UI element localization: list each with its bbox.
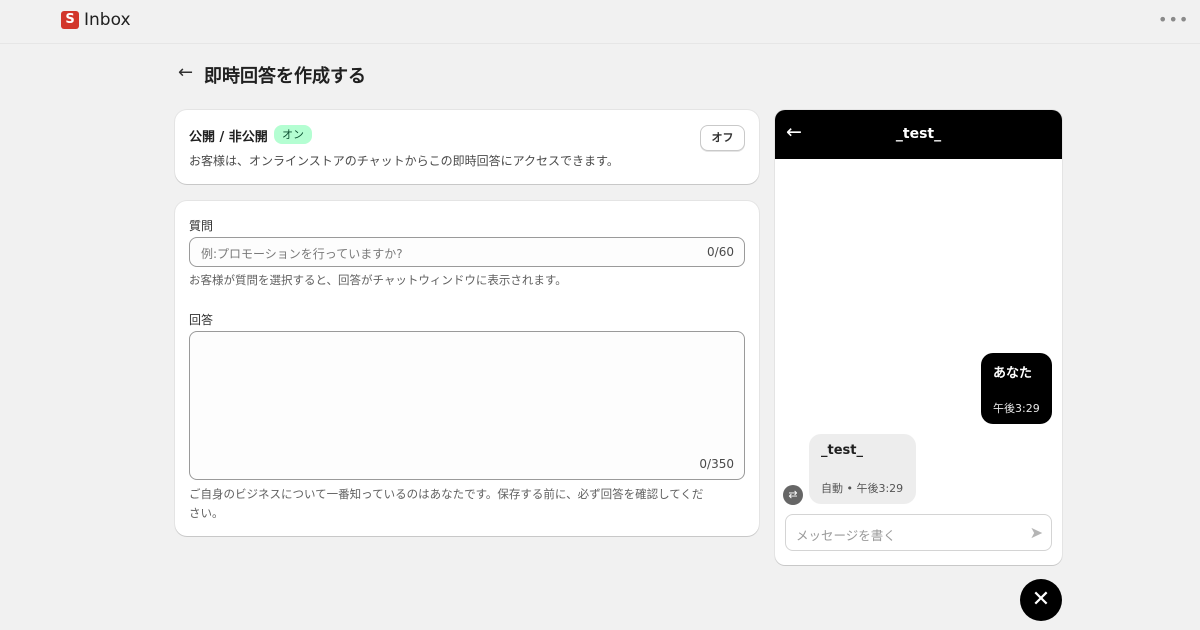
bot-message-text: _test_ xyxy=(821,443,863,458)
chat-title: _test_ xyxy=(895,126,942,142)
form-card: 質問 例:プロモーションを行っていますか? 0/60 お客様が質問を選択すると、… xyxy=(175,201,759,536)
answer-textarea[interactable]: 0/350 xyxy=(189,331,745,480)
more-horizontal-icon[interactable]: ••• xyxy=(1158,10,1189,29)
question-counter: 0/60 xyxy=(707,245,734,259)
toggle-off-button[interactable]: オフ xyxy=(700,125,745,151)
publish-label: 公開 / 非公開 xyxy=(189,130,268,145)
auto-reply-icon: ⇄ xyxy=(783,485,803,505)
chat-input-placeholder: メッセージを書く xyxy=(796,528,896,543)
answer-counter: 0/350 xyxy=(699,457,734,471)
answer-help-line1: ご自身のビジネスについて一番知っているのはあなたです。保存する前に、必ず回答を確… xyxy=(189,487,704,501)
app-title: Inbox xyxy=(84,10,131,30)
close-chat-button[interactable]: ✕ xyxy=(1020,579,1062,621)
question-placeholder: 例:プロモーションを行っていますか? xyxy=(201,247,403,261)
chat-header: ← _test_ xyxy=(775,110,1062,159)
back-arrow-icon[interactable]: ← xyxy=(178,62,193,83)
bot-message-meta: 自動 • 午後3:29 xyxy=(821,482,904,495)
send-icon[interactable]: ➤ xyxy=(1030,523,1043,542)
publish-description: お客様は、オンラインストアのチャットからこの即時回答にアクセスできます。 xyxy=(189,154,619,168)
question-label: 質問 xyxy=(189,219,214,233)
answer-help-line2: さい。 xyxy=(189,506,224,520)
publish-card: 公開 / 非公開 オン お客様は、オンラインストアのチャットからこの即時回答にア… xyxy=(175,110,759,184)
top-bar: S Inbox ••• xyxy=(0,0,1200,44)
chat-message-input[interactable]: メッセージを書く ➤ xyxy=(785,514,1052,551)
question-help: お客様が質問を選択すると、回答がチャットウィンドウに表示されます。 xyxy=(189,273,567,287)
bot-message-bubble: _test_ 自動 • 午後3:29 xyxy=(809,434,916,504)
question-input[interactable]: 例:プロモーションを行っていますか? 0/60 xyxy=(189,237,745,267)
shopify-logo-icon: S xyxy=(61,11,79,29)
status-badge: オン xyxy=(274,125,312,144)
page-title: 即時回答を作成する xyxy=(204,66,366,87)
chat-preview: ← _test_ あなた 午後3:29 _test_ 自動 • 午後3:29 ⇄… xyxy=(775,110,1062,565)
answer-label: 回答 xyxy=(189,313,214,327)
user-message-text: あなた xyxy=(993,366,1033,381)
user-message-bubble: あなた 午後3:29 xyxy=(981,353,1052,424)
user-message-time: 午後3:29 xyxy=(993,402,1040,415)
